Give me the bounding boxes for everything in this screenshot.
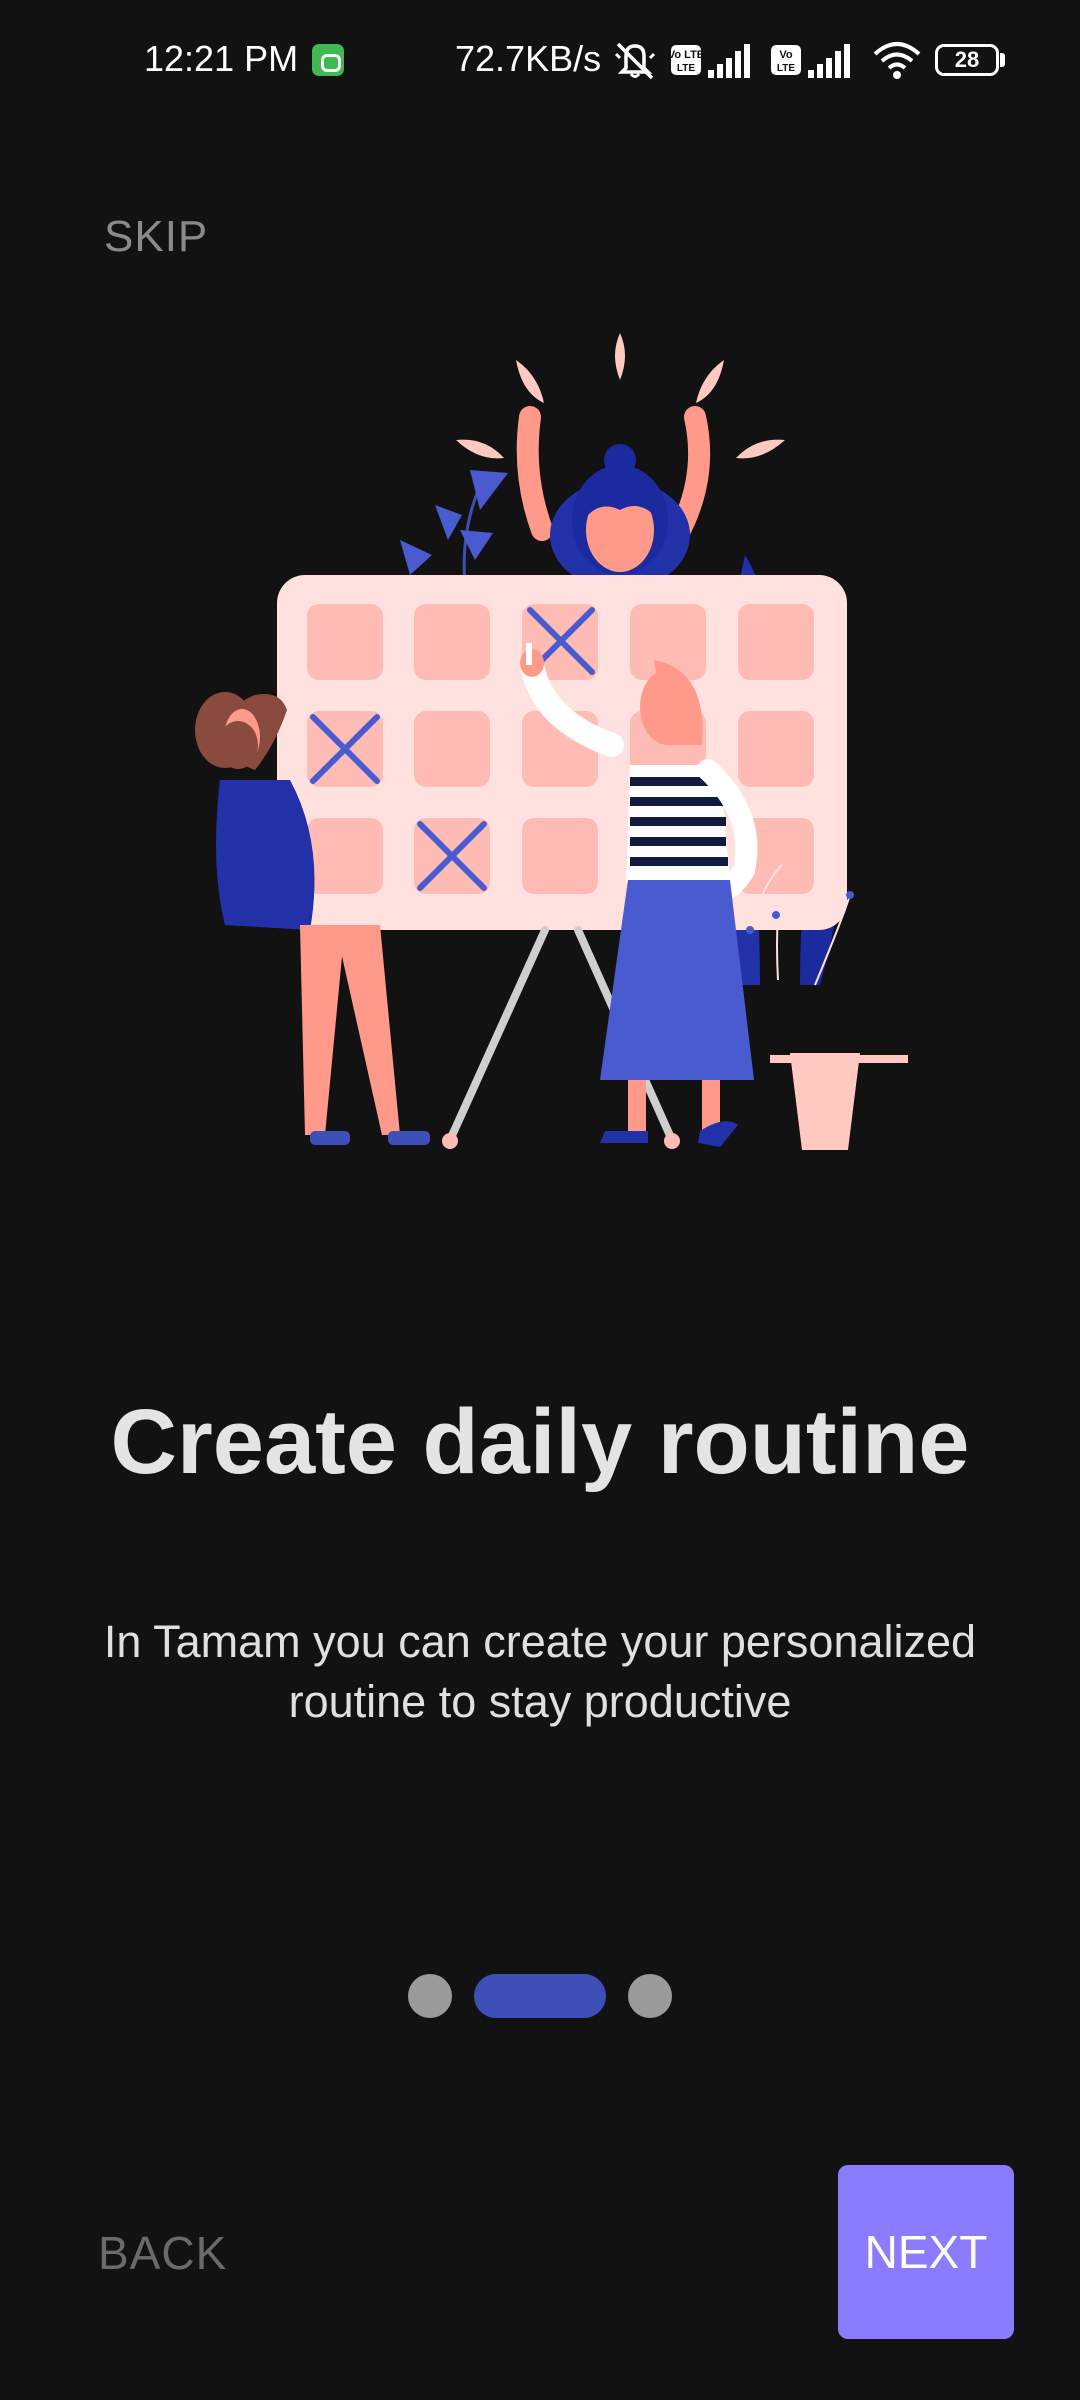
battery-level: 28 [954,47,980,72]
volte-label: Vo LTE [670,49,702,61]
battery-icon: 28 [935,44,999,76]
signal-icon [708,44,750,78]
page-dot [628,1974,672,2018]
battery-tip [1000,53,1005,67]
signal-icon [808,44,850,78]
onboarding-illustration [195,333,908,1150]
wifi-icon [873,42,921,79]
network-speed: 72.7KB/s [455,38,602,79]
svg-text:LTE: LTE [677,63,695,74]
status-bar: 12:21 PM 72.7KB/s Vo LTE LTE Vo LTE 28 [0,0,1080,120]
onboarding-title: Create daily routine [110,1391,970,1493]
svg-text:LTE: LTE [777,63,795,74]
page-dot [408,1974,452,2018]
status-time: 12:21 PM [144,38,299,79]
app-notification-icon [312,44,344,76]
svg-text:Vo: Vo [779,49,793,61]
page-indicator [0,1972,1080,2020]
next-button[interactable]: NEXT [838,2165,1014,2339]
skip-button[interactable]: SKIP [104,212,208,262]
page-dot-active [474,1974,606,2018]
volte-icon: Vo LTE LTE [670,45,702,75]
onboarding-description: In Tamam you can create your personalize… [103,1616,977,1727]
mute-icon [614,42,656,80]
back-button[interactable]: BACK [98,2226,227,2280]
volte-icon: Vo LTE [771,45,801,75]
